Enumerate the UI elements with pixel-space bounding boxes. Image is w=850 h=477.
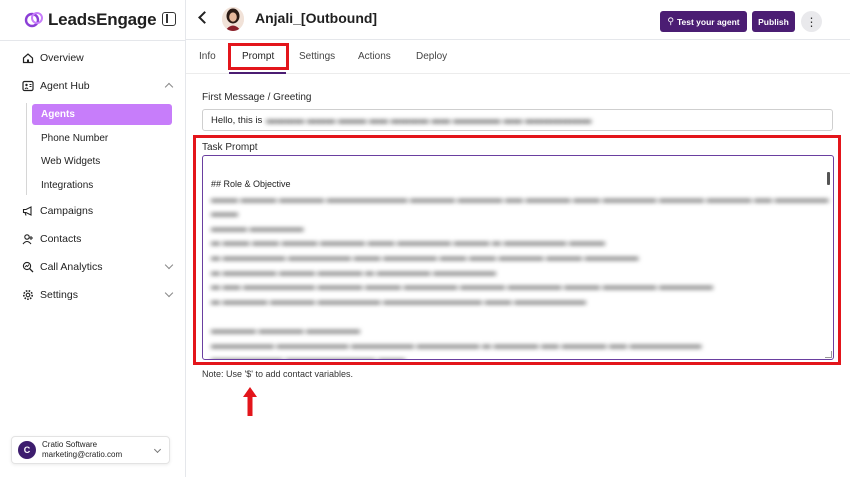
redacted-line: ▬ ▬▬▬ ▬▬▬ ▬▬▬▬ ▬▬▬▬▬ ▬▬▬ ▬▬▬▬▬▬ ▬▬▬▬ ▬ ▬… xyxy=(211,237,606,248)
user-plus-icon xyxy=(22,234,33,245)
account-email: marketing@cratio.com xyxy=(42,450,123,459)
task-heading: ## Role & Objective xyxy=(211,179,291,189)
more-options-icon[interactable]: ⋮ xyxy=(801,11,822,32)
sidebar-item-contacts[interactable]: Contacts xyxy=(22,229,174,249)
account-info: Cratio Software marketing@cratio.com xyxy=(42,440,122,460)
task-prompt-textarea[interactable]: ## Role & Objective ▬▬▬ ▬▬▬▬ ▬▬▬▬▬ ▬▬▬▬▬… xyxy=(202,155,834,360)
active-tab-indicator xyxy=(229,72,286,74)
chevron-down-icon[interactable] xyxy=(164,288,174,298)
chevron-down-icon xyxy=(153,445,162,454)
redacted-line: ▬ ▬▬▬▬▬▬▬ ▬▬▬▬▬▬▬ ▬▬▬ ▬▬▬▬▬▬ ▬▬▬ ▬▬▬ ▬▬▬… xyxy=(211,251,639,262)
redacted-line: ▬ ▬▬▬▬▬▬ ▬▬▬▬ ▬▬▬▬▬ ▬ ▬▬▬▬▬▬ ▬▬▬▬▬▬▬ xyxy=(211,266,497,277)
megaphone-icon xyxy=(22,206,32,216)
sidebar-item-label: Overview xyxy=(40,52,84,64)
brand-logo[interactable]: LeadsEngage xyxy=(24,8,180,32)
gear-icon xyxy=(23,290,33,300)
account-avatar: C xyxy=(18,441,36,459)
tab-actions[interactable]: Actions xyxy=(358,51,391,65)
submenu-rail xyxy=(26,103,27,195)
highlight-box-prompt-tab xyxy=(228,43,289,70)
divider xyxy=(0,40,186,41)
sidebar-item-label: Settings xyxy=(40,289,78,301)
back-arrow-icon[interactable] xyxy=(198,11,211,24)
resize-handle-icon[interactable] xyxy=(825,351,832,358)
tab-info[interactable]: Info xyxy=(199,51,216,65)
agent-portrait-icon xyxy=(222,7,244,31)
sidebar-subitem-agents[interactable]: Agents xyxy=(32,104,172,125)
chevron-down-icon[interactable] xyxy=(164,260,174,270)
task-prompt-content: ## Role & Objective ▬▬▬ ▬▬▬▬ ▬▬▬▬▬ ▬▬▬▬▬… xyxy=(211,177,833,360)
sidebar-item-label: Contacts xyxy=(40,233,82,245)
sidebar-item-call-analytics[interactable]: Call Analytics xyxy=(22,257,174,277)
red-arrow-annotation xyxy=(243,387,257,416)
sidebar-item-label: Agent Hub xyxy=(40,80,90,92)
pin-icon: ⚲ xyxy=(667,16,674,26)
greeting-value: Hello, this is xyxy=(211,114,263,126)
textarea-scrollbar[interactable] xyxy=(827,172,830,185)
publish-button[interactable]: Publish xyxy=(752,11,795,32)
sidebar: LeadsEngage Overview Agent Hub Agents Ph… xyxy=(0,0,186,477)
chevron-up-icon[interactable] xyxy=(164,82,174,92)
redacted-line: ▬▬▬ ▬▬▬▬ ▬▬▬▬▬ ▬▬▬▬▬▬▬▬▬ ▬▬▬▬▬ ▬▬▬▬▬ ▬▬ … xyxy=(211,193,829,219)
greeting-redacted-text: ▬▬▬▬ ▬▬▬ ▬▬▬ ▬▬ ▬▬▬▬ ▬▬ ▬▬▬▬▬ ▬▬ ▬▬▬▬▬▬▬ xyxy=(266,114,592,126)
sidebar-subitem-web-widgets[interactable]: Web Widgets xyxy=(32,151,172,172)
sidebar-item-campaigns[interactable]: Campaigns xyxy=(22,201,174,221)
sidebar-item-overview[interactable]: Overview xyxy=(22,48,174,68)
agent-title: Anjali_[Outbound] xyxy=(255,10,378,26)
account-name: Cratio Software xyxy=(42,440,98,449)
page-header: Anjali_[Outbound] ⚲ Test your agent Publ… xyxy=(186,0,850,40)
greeting-field[interactable]: Hello, this is ▬▬▬▬ ▬▬▬ ▬▬▬ ▬▬ ▬▬▬▬ ▬▬ ▬… xyxy=(202,109,833,131)
test-agent-label: Test your agent xyxy=(676,16,740,27)
sidebar-collapse-icon[interactable] xyxy=(162,12,176,26)
sidebar-subitem-phone-number[interactable]: Phone Number xyxy=(32,128,172,149)
sidebar-item-agent-hub[interactable]: Agent Hub xyxy=(22,76,174,96)
task-prompt-label: Task Prompt xyxy=(202,142,258,153)
sidebar-item-settings[interactable]: Settings xyxy=(22,285,174,305)
agent-avatar xyxy=(222,7,244,31)
redacted-line: ▬ ▬▬▬▬▬ ▬▬▬▬▬ ▬▬▬▬▬▬▬ ▬▬▬▬▬▬▬▬▬▬▬ ▬▬▬ ▬▬… xyxy=(211,295,587,306)
greeting-label: First Message / Greeting xyxy=(202,92,312,103)
variables-note: Note: Use '$' to add contact variables. xyxy=(202,369,354,379)
sidebar-item-label: Campaigns xyxy=(40,205,94,217)
redacted-line: ▬ ▬▬ ▬▬▬▬▬▬▬▬ ▬▬▬▬▬ ▬▬▬▬ ▬▬▬▬▬▬ ▬▬▬▬▬ ▬▬… xyxy=(211,281,714,292)
home-icon xyxy=(22,53,34,64)
account-switcher[interactable]: C Cratio Software marketing@cratio.com xyxy=(11,436,170,464)
test-agent-button[interactable]: ⚲ Test your agent xyxy=(660,11,747,32)
sidebar-subitem-integrations[interactable]: Integrations xyxy=(32,175,172,196)
logo-icon xyxy=(24,12,43,28)
redacted-line: ▬▬▬▬▬▬▬ ▬▬▬▬▬▬▬▬ ▬▬▬▬▬▬▬ ▬▬▬▬▬▬▬ ▬ ▬▬▬▬▬… xyxy=(211,339,702,350)
tab-deploy[interactable]: Deploy xyxy=(416,51,447,65)
sidebar-item-label: Call Analytics xyxy=(40,261,103,273)
agent-hub-icon xyxy=(22,80,34,92)
redacted-line: ▬▬▬▬▬▬▬▬ ▬▬▬▬▬▬▬▬▬▬ ▬▬▬ xyxy=(211,354,406,360)
analytics-icon xyxy=(22,261,34,273)
redacted-line: ▬▬▬▬ ▬▬▬▬▬▬ xyxy=(211,222,304,233)
redacted-line: ▬▬▬▬▬ ▬▬▬▬▬ ▬▬▬▬▬▬ xyxy=(211,324,361,335)
brand-name: LeadsEngage xyxy=(48,10,157,29)
tab-settings[interactable]: Settings xyxy=(299,51,335,65)
